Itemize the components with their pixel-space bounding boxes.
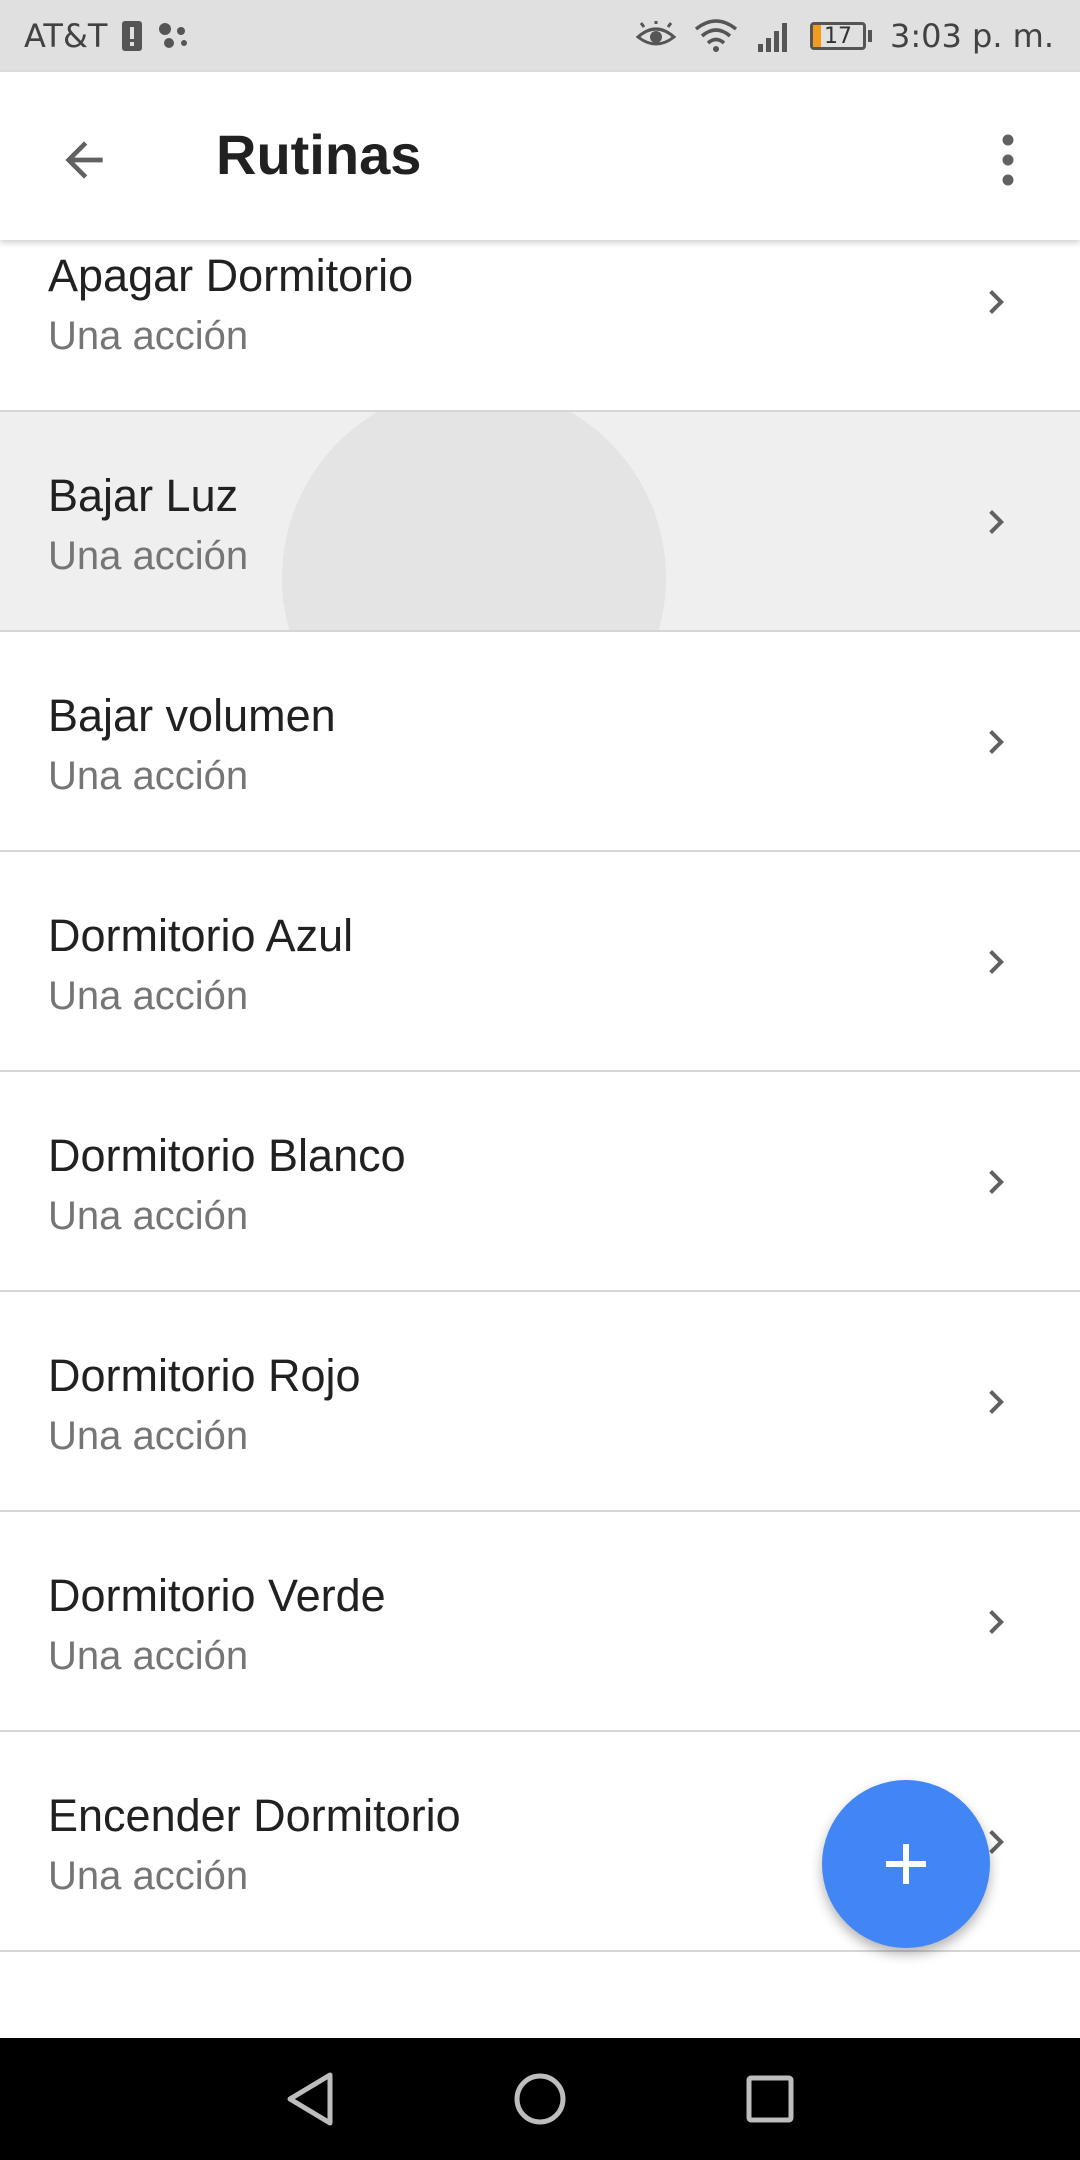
- routine-subtitle: Una acción: [48, 974, 249, 1018]
- routine-title: Apagar Dormitorio: [48, 250, 414, 301]
- sim-alert-icon: [121, 20, 143, 52]
- battery-level: 17: [823, 23, 852, 49]
- battery-icon: 17: [809, 22, 872, 50]
- plus-icon: [886, 1844, 926, 1884]
- routine-subtitle: Una acción: [48, 1194, 249, 1238]
- carrier-label: AT&T: [24, 17, 108, 55]
- nav-home-button[interactable]: [500, 2059, 580, 2139]
- routine-title: Encender Dormitorio: [48, 1790, 461, 1841]
- page-title: Rutinas: [216, 123, 422, 186]
- wifi-icon: [694, 19, 738, 53]
- app-bar: Rutinas: [0, 72, 1080, 240]
- routine-subtitle: Una acción: [48, 1854, 249, 1898]
- chevron-right-icon: [989, 950, 1004, 974]
- signal-icon: [756, 20, 792, 52]
- routine-item[interactable]: Dormitorio Rojo Una acción: [0, 1292, 1080, 1512]
- routine-subtitle: Una acción: [48, 1634, 249, 1678]
- chevron-right-icon: [989, 510, 1004, 534]
- chevron-right-icon: [989, 1390, 1004, 1414]
- nav-recents-icon: [746, 2075, 794, 2123]
- battery-fill: [812, 25, 822, 47]
- routine-title: Dormitorio Verde: [48, 1570, 386, 1621]
- routine-title: Bajar volumen: [48, 690, 336, 741]
- nav-recents-button[interactable]: [730, 2059, 810, 2139]
- routine-subtitle: Una acción: [48, 1414, 249, 1458]
- routine-title: Dormitorio Blanco: [48, 1130, 406, 1181]
- system-nav-bar: [0, 2038, 1080, 2160]
- routine-title: Dormitorio Azul: [48, 910, 354, 961]
- add-routine-button[interactable]: [822, 1780, 990, 1948]
- overflow-menu-button[interactable]: [964, 116, 1052, 204]
- routine-list[interactable]: Apagar Dormitorio Una acción Bajar Luz U…: [0, 240, 1080, 2038]
- touch-ripple: [282, 412, 666, 630]
- routine-subtitle: Una acción: [48, 314, 249, 358]
- clock: 3:03 p. m.: [889, 17, 1054, 55]
- eye-comfort-icon: [635, 21, 676, 51]
- routine-item[interactable]: Dormitorio Blanco Una acción: [0, 1072, 1080, 1292]
- back-button[interactable]: [40, 116, 128, 204]
- routine-item[interactable]: Apagar Dormitorio Una acción: [0, 240, 1080, 412]
- status-bar: AT&T 17 3:03 p. m.: [0, 0, 1080, 72]
- routine-item[interactable]: Dormitorio Verde Una acción: [0, 1512, 1080, 1732]
- nav-back-icon: [287, 2072, 333, 2126]
- routine-item[interactable]: Bajar volumen Una acción: [0, 632, 1080, 852]
- routine-subtitle: Una acción: [48, 754, 249, 798]
- routine-title: Dormitorio Rojo: [48, 1350, 361, 1401]
- arrow-back-icon: [65, 141, 103, 179]
- routine-subtitle: Una acción: [48, 534, 249, 578]
- nav-back-button[interactable]: [270, 2059, 350, 2139]
- assistant-dots-icon: [157, 21, 191, 51]
- chevron-right-icon: [989, 1170, 1004, 1194]
- more-vert-icon: [1002, 134, 1014, 186]
- routine-title: Bajar Luz: [48, 470, 239, 521]
- routine-item[interactable]: Dormitorio Azul Una acción: [0, 852, 1080, 1072]
- status-left: AT&T: [24, 17, 191, 55]
- nav-home-icon: [514, 2073, 566, 2125]
- chevron-right-icon: [989, 290, 1004, 314]
- chevron-right-icon: [989, 730, 1004, 754]
- chevron-right-icon: [989, 1610, 1004, 1634]
- routine-item[interactable]: Bajar Luz Una acción: [0, 412, 1080, 632]
- status-right: 17 3:03 p. m.: [635, 17, 1054, 55]
